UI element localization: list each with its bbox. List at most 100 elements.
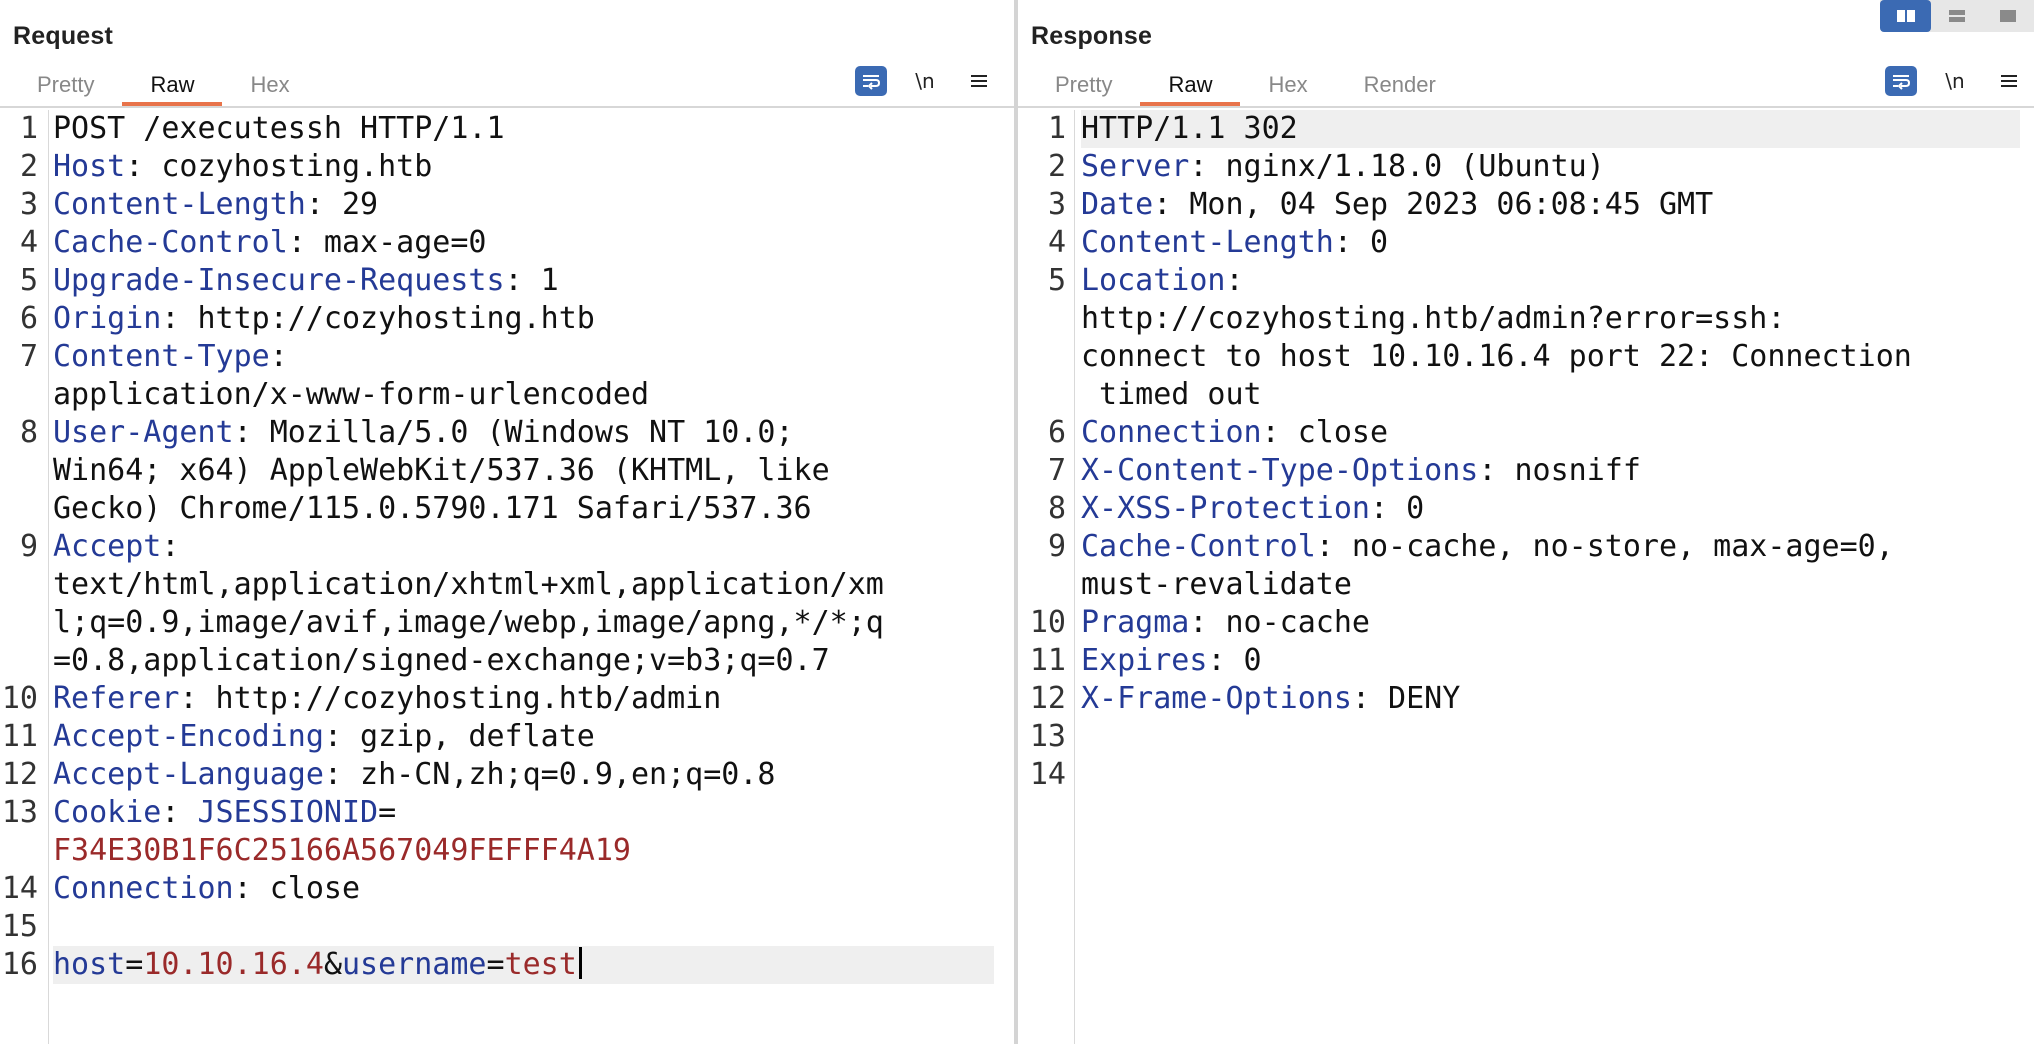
code-token: X-XSS-Protection bbox=[1081, 491, 1370, 526]
line-text: HTTP/1.1 302 bbox=[1081, 110, 2020, 148]
code-line: =0.8,application/signed-exchange;v=b3;q=… bbox=[0, 642, 1014, 680]
code-token: Upgrade-Insecure-Requests bbox=[53, 263, 505, 298]
code-token: X-Content-Type-Options bbox=[1081, 453, 1479, 488]
code-token: = bbox=[486, 947, 505, 982]
line-number: 2 bbox=[19, 149, 38, 184]
line-number: 13 bbox=[1, 795, 38, 830]
request-title: Request bbox=[13, 22, 114, 50]
code-token: JSESSIONID bbox=[197, 795, 379, 830]
line-text: connect to host 10.10.16.4 port 22: Conn… bbox=[1081, 338, 1912, 376]
response-title: Response bbox=[1031, 22, 1153, 50]
line-number: 4 bbox=[19, 225, 38, 260]
code-token: http://cozyhosting.htb/admin?error=ssh: bbox=[1081, 301, 1786, 336]
newline-toggle-button[interactable]: \n bbox=[1939, 66, 1971, 96]
code-token: Referer bbox=[53, 681, 180, 716]
split-vertical-icon[interactable] bbox=[1880, 0, 1932, 32]
line-number: 1 bbox=[19, 111, 38, 146]
code-line: connect to host 10.10.16.4 port 22: Conn… bbox=[1018, 338, 2034, 376]
code-token: X-Frame-Options bbox=[1081, 681, 1352, 716]
line-number: 7 bbox=[1047, 453, 1066, 488]
text-caret bbox=[578, 947, 582, 979]
request-tab-pretty[interactable]: Pretty bbox=[9, 68, 122, 108]
line-text: Date: Mon, 04 Sep 2023 06:08:45 GMT bbox=[1081, 186, 1713, 224]
code-token: HTTP/1.1 302 bbox=[1081, 111, 1298, 146]
code-token: = bbox=[378, 795, 397, 830]
line-number: 8 bbox=[19, 415, 38, 450]
code-token: Gecko) Chrome/115.0.5790.171 Safari/537.… bbox=[53, 491, 812, 526]
code-line: 9 Accept: bbox=[0, 528, 1014, 566]
code-token: Win64; x64) AppleWebKit/537.36 (KHTML, l… bbox=[53, 453, 830, 488]
code-line: 3 Date: Mon, 04 Sep 2023 06:08:45 GMT bbox=[1018, 186, 2034, 224]
line-number: 5 bbox=[19, 263, 38, 298]
code-token: application/x-www-form-urlencoded bbox=[53, 377, 650, 412]
hamburger-menu-icon[interactable] bbox=[963, 66, 995, 96]
line-number: 14 bbox=[1, 871, 38, 906]
line-text: POST /executessh HTTP/1.1 bbox=[53, 110, 505, 148]
wrap-lines-icon[interactable] bbox=[1885, 66, 1917, 96]
code-line: 2 Server: nginx/1.18.0 (Ubuntu) bbox=[1018, 148, 2034, 186]
code-token: Expires bbox=[1081, 643, 1208, 678]
code-token: : 29 bbox=[305, 187, 379, 222]
code-line: 10 Pragma: no-cache bbox=[1018, 604, 2034, 642]
line-number: 10 bbox=[1, 681, 38, 716]
code-token: text/html,application/xhtml+xml,applicat… bbox=[53, 567, 884, 602]
request-editor[interactable]: 1 POST /executessh HTTP/1.1 2 Host: cozyhos… bbox=[0, 110, 1014, 1044]
code-token: Cookie bbox=[53, 795, 162, 830]
code-line: text/html,application/xhtml+xml,applicat… bbox=[0, 566, 1014, 604]
line-text: Pragma: no-cache bbox=[1081, 604, 1370, 642]
code-token: : bbox=[161, 529, 180, 564]
line-text: Connection: close bbox=[53, 870, 360, 908]
response-tab-hex[interactable]: Hex bbox=[1240, 68, 1335, 108]
code-line: 13 Cookie: JSESSIONID= bbox=[0, 794, 1014, 832]
request-toolbar: \n bbox=[855, 66, 995, 96]
code-token: 10.10.16.4 bbox=[143, 947, 324, 982]
request-tab-hex[interactable]: Hex bbox=[222, 68, 317, 108]
code-line: 9 Cache-Control: no-cache, no-store, max-… bbox=[1018, 528, 2034, 566]
line-text: User-Agent: Mozilla/5.0 (Windows NT 10.0… bbox=[53, 414, 794, 452]
line-text: Connection: close bbox=[1081, 414, 1388, 452]
line-text: Cookie: JSESSIONID= bbox=[53, 794, 396, 832]
code-token: = bbox=[125, 947, 144, 982]
line-text: Accept-Language: zh-CN,zh;q=0.9,en;q=0.8 bbox=[53, 756, 775, 794]
code-token: : 0 bbox=[1333, 225, 1389, 260]
response-tab-raw[interactable]: Raw bbox=[1140, 68, 1241, 108]
response-tab-pretty[interactable]: Pretty bbox=[1027, 68, 1140, 108]
response-tab-render[interactable]: Render bbox=[1336, 68, 1464, 108]
code-token: Server bbox=[1081, 149, 1190, 184]
tabbed-view-icon[interactable] bbox=[1983, 0, 2034, 32]
code-token: & bbox=[323, 947, 342, 982]
line-number: 6 bbox=[19, 301, 38, 336]
code-token: Origin bbox=[53, 301, 162, 336]
code-token: : cozyhosting.htb bbox=[125, 149, 433, 184]
response-tabs: Pretty Raw Hex Render bbox=[1027, 68, 1464, 108]
line-number: 1 bbox=[1047, 111, 1066, 146]
line-text: Content-Length: 0 bbox=[1081, 224, 1388, 262]
code-token: : nginx/1.18.0 (Ubuntu) bbox=[1189, 149, 1605, 184]
code-line: application/x-www-form-urlencoded bbox=[0, 376, 1014, 414]
line-number: 3 bbox=[19, 187, 38, 222]
hamburger-menu-icon[interactable] bbox=[1993, 66, 2025, 96]
code-token: Pragma bbox=[1081, 605, 1190, 640]
response-editor[interactable]: 1 HTTP/1.1 302 2 Server: nginx/1.18.0 (Ubun… bbox=[1018, 110, 2034, 1044]
code-token: must-revalidate bbox=[1081, 567, 1352, 602]
line-text: Cache-Control: max-age=0 bbox=[53, 224, 487, 262]
code-token: l;q=0.9,image/avif,image/webp,image/apng… bbox=[53, 605, 884, 640]
code-token: POST /executessh HTTP/1.1 bbox=[53, 111, 505, 146]
code-line: 6 Connection: close bbox=[1018, 414, 2034, 452]
newline-toggle-button[interactable]: \n bbox=[909, 66, 941, 96]
line-text: Gecko) Chrome/115.0.5790.171 Safari/537.… bbox=[53, 490, 812, 528]
code-line: 10 Referer: http://cozyhosting.htb/admin bbox=[0, 680, 1014, 718]
line-number: 5 bbox=[1047, 263, 1066, 298]
code-token: : http://cozyhosting.htb/admin bbox=[179, 681, 722, 716]
code-token: Cache-Control bbox=[1081, 529, 1316, 564]
wrap-lines-icon[interactable] bbox=[855, 66, 887, 96]
code-token: Connection bbox=[1081, 415, 1262, 450]
line-number: 11 bbox=[1, 719, 38, 754]
request-tab-raw[interactable]: Raw bbox=[122, 68, 223, 108]
split-horizontal-icon[interactable] bbox=[1931, 0, 1982, 32]
line-number: 15 bbox=[1, 909, 38, 944]
code-token: =0.8,application/signed-exchange;v=b3;q=… bbox=[53, 643, 830, 678]
code-line: Gecko) Chrome/115.0.5790.171 Safari/537.… bbox=[0, 490, 1014, 528]
code-token: username bbox=[342, 947, 487, 982]
line-text: Origin: http://cozyhosting.htb bbox=[53, 300, 595, 338]
